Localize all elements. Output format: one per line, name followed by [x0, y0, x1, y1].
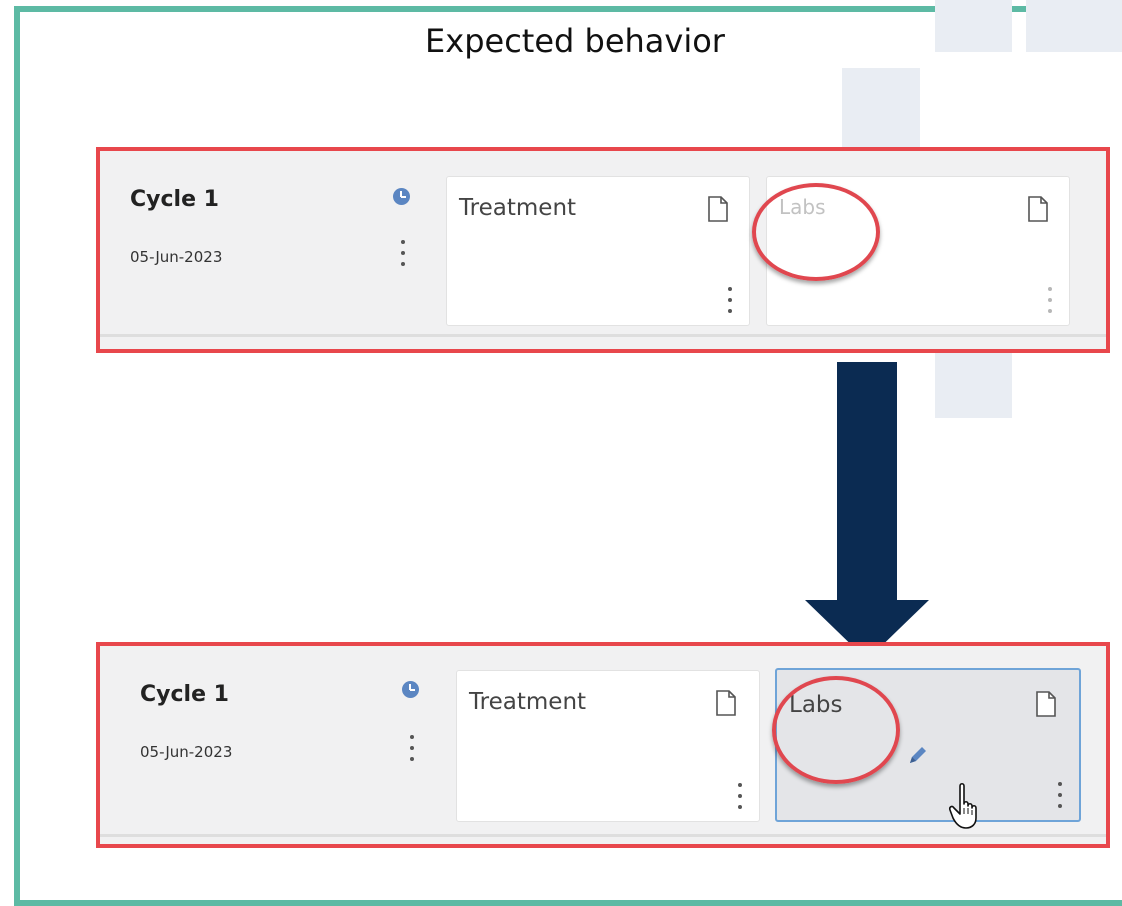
card-label: Treatment: [469, 689, 587, 715]
document-icon[interactable]: [715, 689, 737, 717]
highlight-circle: [752, 183, 880, 281]
cycle-name: Cycle 1: [140, 682, 229, 707]
pencil-icon[interactable]: [907, 744, 929, 766]
card-label: Treatment: [459, 195, 577, 221]
kebab-menu-icon[interactable]: [400, 240, 406, 266]
cycle-date: 05-Jun-2023: [140, 743, 233, 761]
panel-divider: [100, 334, 1106, 337]
document-icon[interactable]: [707, 195, 729, 223]
kebab-menu-icon[interactable]: [1057, 782, 1063, 808]
down-arrow: [805, 362, 929, 660]
decorative-block: [935, 352, 1012, 418]
hand-cursor-icon: [949, 782, 977, 829]
document-icon[interactable]: [1027, 195, 1049, 223]
kebab-menu-icon[interactable]: [1047, 287, 1053, 313]
highlight-circle: [772, 676, 900, 784]
kebab-menu-icon[interactable]: [727, 287, 733, 313]
card-treatment[interactable]: Treatment: [446, 176, 750, 326]
kebab-menu-icon[interactable]: [737, 783, 743, 809]
card-treatment[interactable]: Treatment: [456, 670, 760, 822]
cycle-date: 05-Jun-2023: [130, 248, 223, 266]
kebab-menu-icon[interactable]: [409, 735, 415, 761]
document-icon[interactable]: [1035, 690, 1057, 718]
panel-divider: [100, 834, 1106, 837]
cycle-name: Cycle 1: [130, 187, 219, 212]
decorative-block: [842, 68, 920, 152]
slide-title: Expected behavior: [425, 22, 725, 60]
clock-icon: [402, 681, 419, 698]
clock-icon: [393, 188, 410, 205]
